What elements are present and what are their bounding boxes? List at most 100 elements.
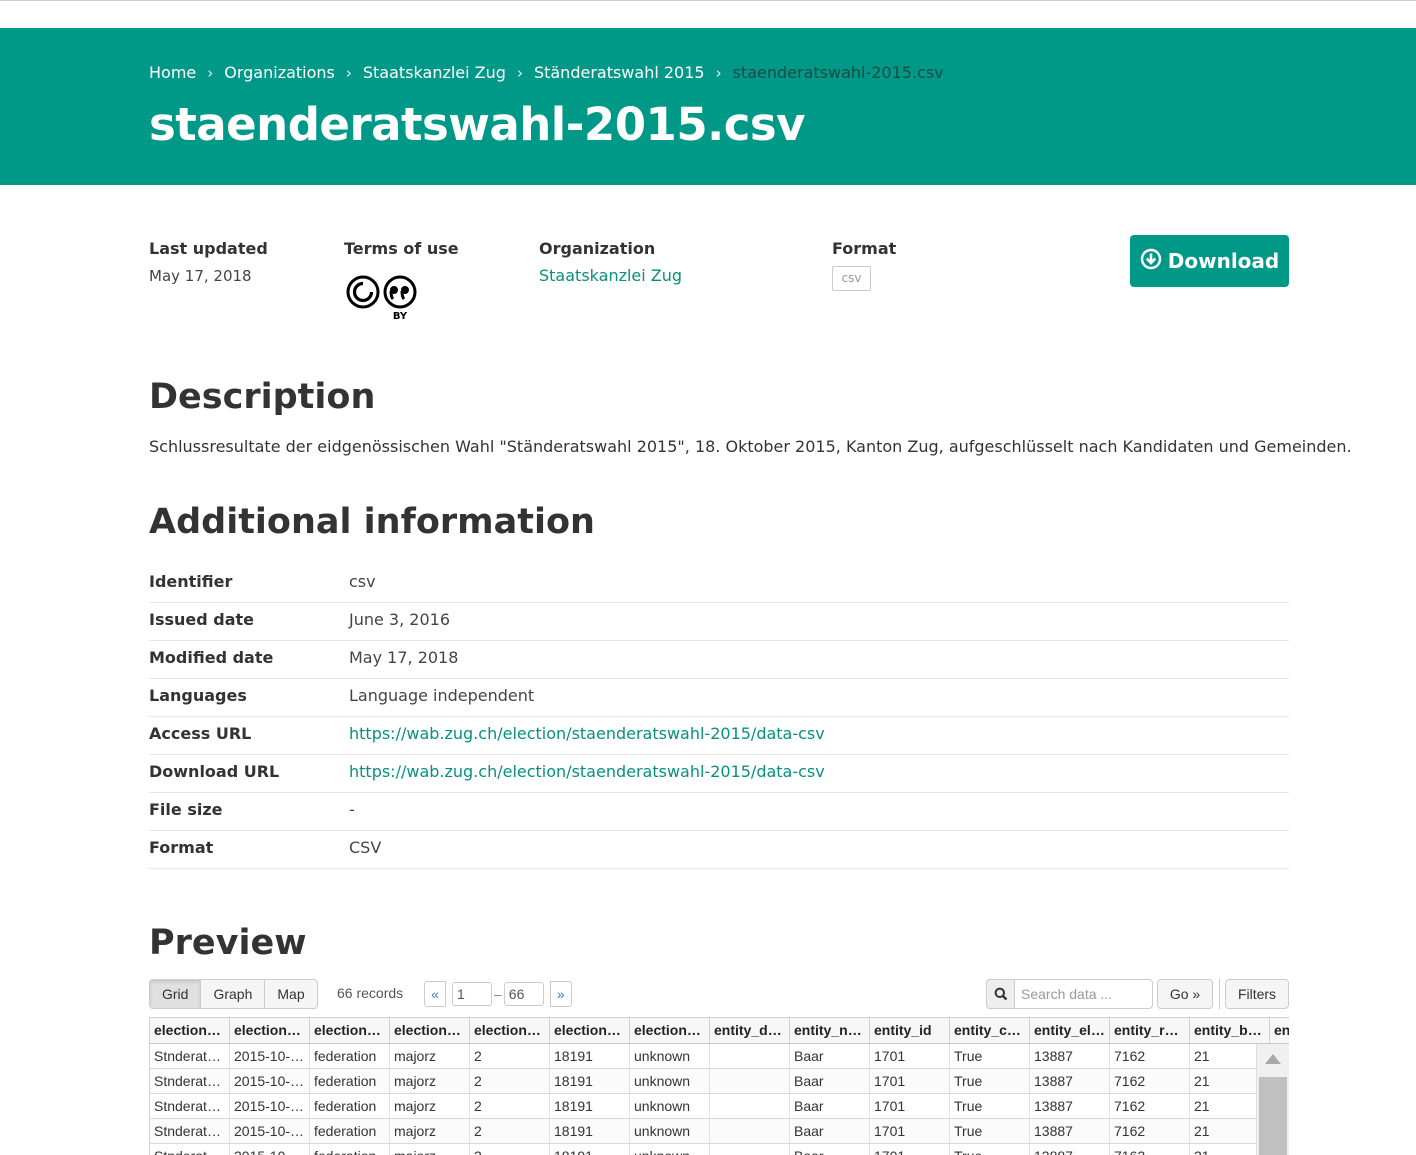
pager-dash: –	[494, 985, 502, 1002]
table-row[interactable]: Stnderatswahl 20152015-10-18federationma…	[150, 1094, 1289, 1119]
table-cell: 13887	[1030, 1119, 1110, 1143]
table-cell: Stnderatswahl 2015	[150, 1069, 230, 1093]
table-cell: Stnderatswahl 2015	[150, 1119, 230, 1143]
table-cell: 7162	[1110, 1044, 1190, 1068]
data-grid[interactable]: election_title election_date election_do…	[149, 1017, 1289, 1155]
breadcrumb-chevron-icon: ›	[516, 63, 523, 82]
breadcrumb-dataset[interactable]: Ständeratswahl 2015	[534, 63, 705, 82]
table-cell: 1701	[870, 1069, 950, 1093]
page-header: Home › Organizations › Staatskanzlei Zug…	[0, 28, 1416, 185]
pager-from-input[interactable]: 1	[452, 981, 492, 1006]
view-switcher: Grid Graph Map	[149, 979, 318, 1009]
table-cell: majorz	[390, 1094, 470, 1118]
filters-button[interactable]: Filters	[1225, 979, 1289, 1009]
table-cell: Stnderatswahl 2015	[150, 1094, 230, 1118]
scroll-up-arrow-icon[interactable]	[1265, 1054, 1281, 1064]
table-cell: federation	[310, 1069, 390, 1093]
table-cell: 18191	[550, 1119, 630, 1143]
column-header[interactable]: entity_name	[790, 1018, 870, 1043]
search-data-input[interactable]: Search data ...	[1014, 979, 1153, 1009]
grid-view-button[interactable]: Grid	[150, 980, 202, 1008]
table-cell: 7162	[1110, 1094, 1190, 1118]
table-cell: majorz	[390, 1044, 470, 1068]
table-row[interactable]: Stnderatswahl 20152015-10-18federationma…	[150, 1119, 1289, 1144]
column-header[interactable]: entity_eligible_voters	[1030, 1018, 1110, 1043]
preview-heading: Preview	[149, 923, 307, 963]
breadcrumb: Home › Organizations › Staatskanzlei Zug…	[149, 63, 944, 82]
info-value: -	[349, 800, 355, 819]
access-url-link[interactable]: https://wab.zug.ch/election/staenderatsw…	[349, 724, 825, 743]
pager-prev-button[interactable]: «	[424, 980, 446, 1007]
table-cell: 1701	[870, 1094, 950, 1118]
additional-info-table: Identifier csv Issued date June 3, 2016 …	[149, 565, 1289, 869]
pager-to-input[interactable]: 66	[503, 981, 544, 1006]
table-cell: 2015-10-18	[230, 1069, 310, 1093]
breadcrumb-organizations[interactable]: Organizations	[224, 63, 335, 82]
table-cell: federation	[310, 1144, 390, 1155]
download-url-link[interactable]: https://wab.zug.ch/election/staenderatsw…	[349, 762, 825, 781]
table-cell: Baar	[790, 1144, 870, 1155]
column-header[interactable]: election_absolute_majority	[550, 1018, 630, 1043]
table-cell: 2015-10-18	[230, 1044, 310, 1068]
table-cell: True	[950, 1144, 1030, 1155]
table-cell: True	[950, 1069, 1030, 1093]
column-header[interactable]: election_domain	[310, 1018, 390, 1043]
download-button[interactable]: Download	[1130, 235, 1289, 287]
column-header[interactable]: election_mandates	[470, 1018, 550, 1043]
table-row[interactable]: Stnderatswahl 20152015-10-18federationma…	[150, 1069, 1289, 1094]
table-cell: Baar	[790, 1119, 870, 1143]
column-header[interactable]: entity_counted	[950, 1018, 1030, 1043]
table-cell: 2	[470, 1119, 550, 1143]
column-header[interactable]: election_type	[390, 1018, 470, 1043]
breadcrumb-home[interactable]: Home	[149, 63, 196, 82]
table-cell: True	[950, 1044, 1030, 1068]
column-header[interactable]: entity_district	[710, 1018, 790, 1043]
info-key: File size	[149, 800, 223, 819]
table-cell: 2	[470, 1094, 550, 1118]
cc-by-badge-text: BY	[393, 311, 408, 322]
cc-by-license-icon[interactable]: BY	[345, 274, 421, 322]
table-cell: federation	[310, 1044, 390, 1068]
graph-view-button[interactable]: Graph	[201, 980, 266, 1008]
pager: « 1 – 66 »	[424, 980, 572, 1007]
info-key: Format	[149, 838, 214, 857]
table-cell: unknown	[630, 1119, 710, 1143]
info-key: Download URL	[149, 762, 280, 781]
breadcrumb-organization[interactable]: Staatskanzlei Zug	[363, 63, 506, 82]
table-cell: 18191	[550, 1094, 630, 1118]
grid-vertical-scrollbar[interactable]	[1256, 1044, 1289, 1155]
info-key: Modified date	[149, 648, 274, 667]
table-cell: 1701	[870, 1044, 950, 1068]
scrollbar-thumb[interactable]	[1259, 1077, 1287, 1155]
pager-next-button[interactable]: »	[549, 980, 572, 1007]
column-header[interactable]: election_date	[230, 1018, 310, 1043]
map-view-button[interactable]: Map	[265, 980, 317, 1008]
table-cell: Stnderatswahl 2015	[150, 1044, 230, 1068]
record-count: 66 records	[337, 985, 404, 1001]
table-cell: 18191	[550, 1044, 630, 1068]
info-row-issued-date: Issued date June 3, 2016	[149, 603, 1289, 641]
table-cell	[710, 1094, 790, 1118]
column-header[interactable]: election_title	[150, 1018, 230, 1043]
info-value: CSV	[349, 838, 382, 857]
breadcrumb-current: staenderatswahl-2015.csv	[732, 63, 944, 82]
column-header[interactable]: election_status	[630, 1018, 710, 1043]
column-header[interactable]: entity_received_ballots	[1110, 1018, 1190, 1043]
table-cell: federation	[310, 1119, 390, 1143]
table-cell: True	[950, 1119, 1030, 1143]
table-cell: 18191	[550, 1069, 630, 1093]
breadcrumb-chevron-icon: ›	[345, 63, 352, 82]
table-row[interactable]: Stnderatswahl 20152015-10-18federationma…	[150, 1044, 1289, 1069]
table-cell: 7162	[1110, 1119, 1190, 1143]
info-key: Access URL	[149, 724, 252, 743]
format-badge: csv	[832, 266, 871, 291]
table-cell: Stnderatswahl 2015	[150, 1144, 230, 1155]
info-row-file-size: File size -	[149, 793, 1289, 831]
column-header[interactable]: en	[1270, 1018, 1289, 1043]
column-header[interactable]: entity_id	[870, 1018, 950, 1043]
table-row[interactable]: Stnderatswahl 20152015-10-18federationma…	[150, 1144, 1289, 1155]
column-header[interactable]: entity_blank_ballots	[1190, 1018, 1270, 1043]
organization-link[interactable]: Staatskanzlei Zug	[539, 266, 682, 285]
info-value: Language independent	[349, 686, 535, 705]
go-button[interactable]: Go »	[1157, 979, 1213, 1009]
